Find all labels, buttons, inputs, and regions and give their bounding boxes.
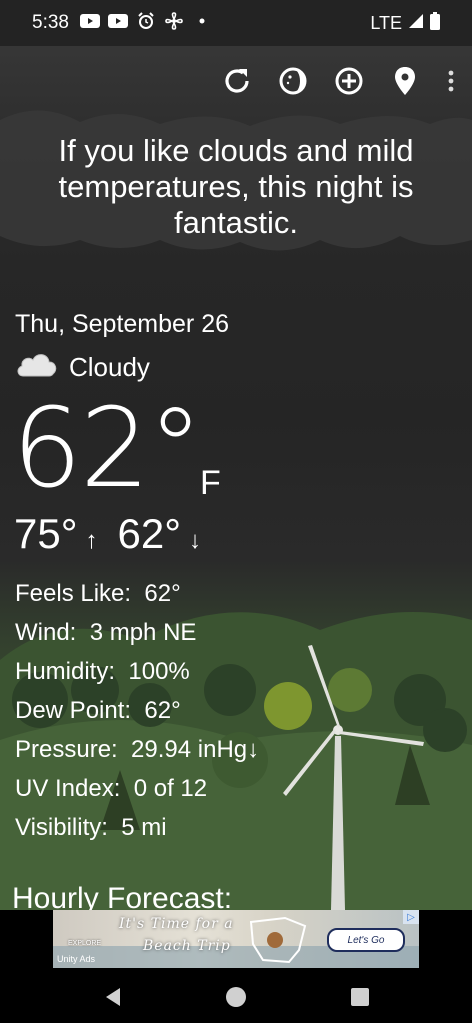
detail-value: 0 of 12 bbox=[133, 775, 208, 802]
detail-value: 62° bbox=[144, 580, 181, 607]
more-vert-icon[interactable] bbox=[444, 64, 458, 98]
low-temperature: 62° bbox=[117, 510, 182, 557]
detail-label: Pressure: bbox=[15, 736, 118, 763]
arrow-up-icon: ↑ bbox=[85, 527, 98, 554]
detail-value: 29.94 inHg↓ bbox=[131, 736, 260, 763]
detail-visibility: Visibility: 5 mi bbox=[15, 808, 259, 847]
weather-details: Feels Like: 62° Wind: 3 mph NE Humidity:… bbox=[15, 574, 259, 847]
weather-summary-headline: If you like clouds and mild temperatures… bbox=[58, 133, 414, 240]
ad-headline-line1: It's Time for a bbox=[119, 916, 234, 932]
detail-value: 5 mi bbox=[121, 814, 167, 841]
detail-label: Dew Point: bbox=[15, 697, 132, 724]
ad-banner[interactable]: It's Time for a Beach Trip EXPLORE Unity… bbox=[53, 910, 419, 968]
detail-label: Feels Like: bbox=[15, 580, 132, 607]
forecast-date: Thu, September 26 bbox=[15, 310, 230, 338]
status-bar: 5:38 LTE bbox=[0, 0, 472, 46]
cloud-icon bbox=[15, 350, 59, 385]
ad-bar: It's Time for a Beach Trip EXPLORE Unity… bbox=[0, 910, 472, 970]
current-temperature: 62° bbox=[12, 384, 203, 512]
recents-icon[interactable] bbox=[349, 986, 371, 1008]
status-right: LTE bbox=[370, 12, 440, 35]
high-temperature: 75° bbox=[14, 510, 78, 557]
alarm-icon bbox=[136, 12, 156, 29]
youtube-icon bbox=[108, 13, 128, 29]
location-pin-icon[interactable] bbox=[388, 64, 422, 98]
detail-label: Humidity: bbox=[15, 658, 116, 685]
network-type: LTE bbox=[370, 13, 402, 33]
detail-uv-index: UV Index: 0 of 12 bbox=[15, 769, 259, 808]
detail-label: UV Index: bbox=[15, 775, 121, 802]
condition-label: Cloudy bbox=[69, 352, 150, 382]
add-location-icon[interactable] bbox=[332, 64, 366, 98]
notification-icons bbox=[80, 12, 212, 30]
detail-wind: Wind: 3 mph NE bbox=[15, 613, 259, 652]
youtube-icon bbox=[80, 13, 100, 29]
back-icon[interactable] bbox=[102, 986, 124, 1008]
unity-ads-logo: Unity Ads bbox=[57, 954, 96, 964]
ad-explore-text: EXPLORE bbox=[68, 940, 102, 947]
refresh-icon[interactable] bbox=[220, 64, 254, 98]
detail-humidity: Humidity: 100% bbox=[15, 652, 259, 691]
dot-icon bbox=[192, 13, 212, 29]
ad-cta-button[interactable]: Let's Go bbox=[327, 928, 405, 952]
home-icon[interactable] bbox=[225, 986, 247, 1008]
detail-value: 3 mph NE bbox=[89, 619, 197, 646]
detail-label: Visibility: bbox=[15, 814, 108, 841]
arrow-down-icon: ↓ bbox=[189, 527, 202, 554]
detail-label: Wind: bbox=[15, 619, 77, 646]
signal-icon bbox=[408, 13, 424, 34]
adchoices-icon[interactable]: ▷ bbox=[403, 910, 419, 924]
detail-dew-point: Dew Point: 62° bbox=[15, 691, 259, 730]
battery-icon bbox=[430, 12, 440, 35]
detail-feels-like: Feels Like: 62° bbox=[15, 574, 259, 613]
detail-value: 100% bbox=[128, 658, 190, 685]
navigation-bar bbox=[0, 970, 472, 1023]
moon-phase-icon[interactable] bbox=[276, 64, 310, 98]
status-time: 5:38 bbox=[32, 12, 69, 33]
detail-value: 62° bbox=[144, 697, 181, 724]
temperature-unit: F bbox=[200, 464, 221, 502]
high-low-temperatures: 75° ↑ 62° ↓ bbox=[14, 510, 213, 558]
fan-icon bbox=[164, 12, 184, 30]
toolbar bbox=[220, 64, 458, 98]
detail-pressure: Pressure: 29.94 inHg↓ bbox=[15, 730, 259, 769]
current-condition: Cloudy bbox=[15, 350, 150, 385]
ad-headline-line2: Beach Trip bbox=[143, 938, 231, 954]
